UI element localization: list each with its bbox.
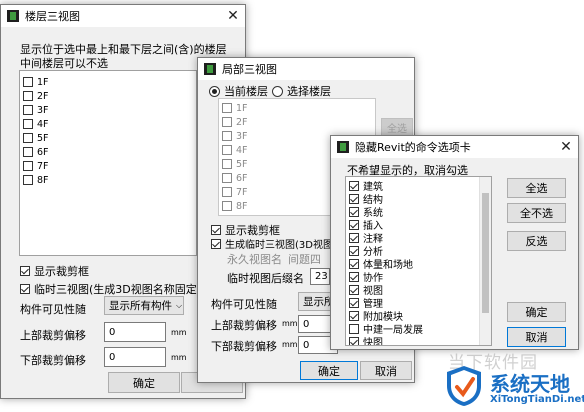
- bottom-offset-label: 下部裁剪偏移: [20, 354, 86, 367]
- unit-label: mm: [282, 340, 298, 349]
- checkbox[interactable]: [349, 245, 359, 256]
- ok-button[interactable]: 确定: [300, 361, 358, 380]
- checkbox[interactable]: [222, 131, 232, 141]
- tab-list[interactable]: 建筑 结构 系统 插入 注释 分析 体量和场地 协作 视图 管理 附加模块 中建…: [345, 176, 492, 346]
- close-icon[interactable]: ✕: [554, 139, 578, 155]
- checkbox[interactable]: [20, 266, 30, 276]
- checkbox[interactable]: [23, 77, 33, 87]
- perm-view-name-value: 间题四: [288, 253, 321, 266]
- list-item[interactable]: 5F: [20, 131, 196, 145]
- checkbox[interactable]: [222, 173, 232, 183]
- checkbox[interactable]: [23, 161, 33, 171]
- unit-label: mm: [171, 353, 187, 362]
- radio-select-floor[interactable]: 选择楼层: [272, 83, 331, 99]
- hide-revit-tabs-titlebar[interactable]: 隐藏Revit的命令选项卡 ✕: [331, 136, 578, 158]
- list-item[interactable]: 4F: [20, 117, 196, 131]
- ok-button[interactable]: 确定: [108, 372, 180, 393]
- checkbox[interactable]: [349, 206, 359, 217]
- visibility-label: 构件可见性随: [20, 303, 86, 316]
- checkbox[interactable]: [222, 145, 232, 155]
- checkbox[interactable]: [211, 225, 221, 235]
- checkbox[interactable]: [23, 175, 33, 185]
- checkbox[interactable]: [349, 310, 359, 321]
- brand-shield-icon: [447, 366, 481, 406]
- bottom-offset-input[interactable]: 0: [104, 347, 166, 367]
- app-icon: [337, 141, 349, 153]
- list-item[interactable]: 2F: [20, 89, 196, 103]
- select-all-button[interactable]: 全选: [507, 178, 566, 198]
- list-item[interactable]: 2F: [219, 115, 375, 129]
- select-none-button[interactable]: 全不选: [507, 203, 566, 223]
- temp-3view-checkbox[interactable]: 临时三视图(生成3D视图名称固定): [20, 281, 201, 297]
- temp-suffix-label: 临时视图后缀名: [227, 272, 304, 285]
- watermark-brand-url: XiTongTianDi.net: [490, 394, 584, 405]
- list-item[interactable]: 8F: [20, 173, 196, 187]
- checkbox[interactable]: [23, 105, 33, 115]
- app-icon: [204, 63, 216, 75]
- checkbox[interactable]: [349, 284, 359, 295]
- top-offset-input[interactable]: 0: [104, 322, 166, 342]
- temp-suffix-input[interactable]: 23: [310, 268, 330, 285]
- checkbox[interactable]: [222, 187, 232, 197]
- hide-revit-tabs-dialog: 隐藏Revit的命令选项卡 ✕ 不希望显示的，取消勾选 建筑 结构 系统 插入 …: [330, 135, 579, 350]
- checkbox[interactable]: [349, 271, 359, 282]
- description-line-2: 中间楼层可以不选: [20, 57, 108, 70]
- top-offset-label: 上部裁剪偏移: [211, 319, 277, 332]
- radio-button[interactable]: [209, 85, 220, 97]
- visibility-label: 构件可见性随: [211, 298, 277, 311]
- checkbox[interactable]: [23, 119, 33, 129]
- cancel-button[interactable]: 取消: [360, 361, 412, 380]
- local-3view-titlebar[interactable]: 局部三视图: [198, 58, 414, 80]
- radio-current-floor[interactable]: 当前楼层: [209, 83, 268, 99]
- checkbox[interactable]: [20, 284, 30, 294]
- top-offset-label: 上部裁剪偏移: [20, 329, 86, 342]
- visibility-select[interactable]: 显示所有构件 ⌵: [104, 296, 184, 315]
- watermark-brand-cn: 系统天地: [490, 372, 570, 396]
- checkbox[interactable]: [23, 147, 33, 157]
- checkbox[interactable]: [349, 336, 359, 345]
- checkbox[interactable]: [23, 133, 33, 143]
- checkbox[interactable]: [222, 103, 232, 113]
- scrollbar-thumb[interactable]: [482, 193, 489, 313]
- list-item[interactable]: 3F: [20, 103, 196, 117]
- tab-list-scrollbar[interactable]: [479, 177, 491, 345]
- checkbox[interactable]: [349, 323, 359, 334]
- checkbox[interactable]: [222, 159, 232, 169]
- close-icon[interactable]: ✕: [221, 8, 245, 24]
- ok-button[interactable]: 确定: [507, 302, 566, 322]
- list-item[interactable]: 1F: [219, 101, 375, 115]
- list-item[interactable]: 6F: [20, 145, 196, 159]
- select-all-button[interactable]: 全选: [381, 118, 413, 136]
- checkbox[interactable]: [349, 232, 359, 243]
- perm-view-name-label: 永久视图名: [227, 253, 282, 266]
- chevron-down-icon: ⌵: [176, 300, 183, 310]
- invert-selection-button[interactable]: 反选: [507, 231, 566, 251]
- checkbox[interactable]: [349, 258, 359, 269]
- dialog-title: 局部三视图: [222, 63, 277, 76]
- list-item[interactable]: 1F: [20, 75, 196, 89]
- list-item[interactable]: 快图: [346, 335, 491, 345]
- checkbox[interactable]: [349, 297, 359, 308]
- radio-button[interactable]: [272, 85, 283, 97]
- list-item[interactable]: 7F: [20, 159, 196, 173]
- unit-label: mm: [171, 328, 187, 337]
- floor-list[interactable]: 1F 2F 3F 4F 5F 6F 7F 8F: [19, 70, 197, 256]
- gen-temp-3view-checkbox[interactable]: 生成临时三视图(3D视图名: [211, 236, 343, 251]
- checkbox[interactable]: [222, 201, 232, 211]
- cancel-button[interactable]: 取消: [507, 327, 566, 347]
- checkbox[interactable]: [349, 219, 359, 230]
- dialog-title: 隐藏Revit的命令选项卡: [355, 141, 471, 154]
- checkbox[interactable]: [349, 180, 359, 191]
- unit-label: mm: [282, 319, 298, 328]
- dialog-title: 楼层三视图: [25, 10, 80, 23]
- checkbox[interactable]: [222, 117, 232, 127]
- bottom-offset-label: 下部裁剪偏移: [211, 340, 277, 353]
- checkbox[interactable]: [349, 193, 359, 204]
- checkbox[interactable]: [23, 91, 33, 101]
- app-icon: [7, 10, 19, 22]
- show-crop-frame-checkbox[interactable]: 显示裁剪框: [20, 263, 89, 279]
- floor-3view-titlebar[interactable]: 楼层三视图 ✕: [1, 5, 245, 27]
- checkbox[interactable]: [211, 238, 221, 249]
